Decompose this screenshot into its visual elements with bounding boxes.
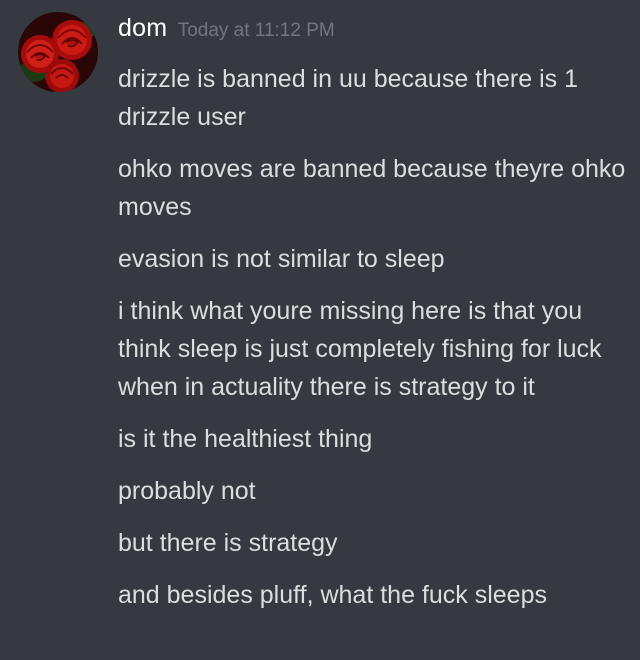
message-header: dom Today at 11:12 PM (118, 14, 335, 50)
username[interactable]: dom (118, 14, 167, 42)
message-text: and besides pluff, what the fuck sleeps (118, 581, 547, 609)
message-text: but there is strategy (118, 529, 338, 557)
message-text: i think what youre missing here is that … (118, 297, 602, 401)
timestamp: Today at 11:12 PM (177, 20, 335, 41)
roses-avatar-icon (18, 12, 98, 92)
avatar[interactable] (18, 12, 98, 92)
message-text: is it the healthiest thing (118, 425, 373, 453)
message-text: probably not (118, 477, 256, 505)
message-list: drizzle is banned in uu because there is… (118, 60, 628, 628)
message-text: ohko moves are banned because theyre ohk… (118, 155, 626, 221)
message-group: dom Today at 11:12 PM drizzle is banned … (0, 0, 640, 660)
message-text: drizzle is banned in uu because there is… (118, 65, 579, 131)
message-text: evasion is not similar to sleep (118, 245, 445, 273)
